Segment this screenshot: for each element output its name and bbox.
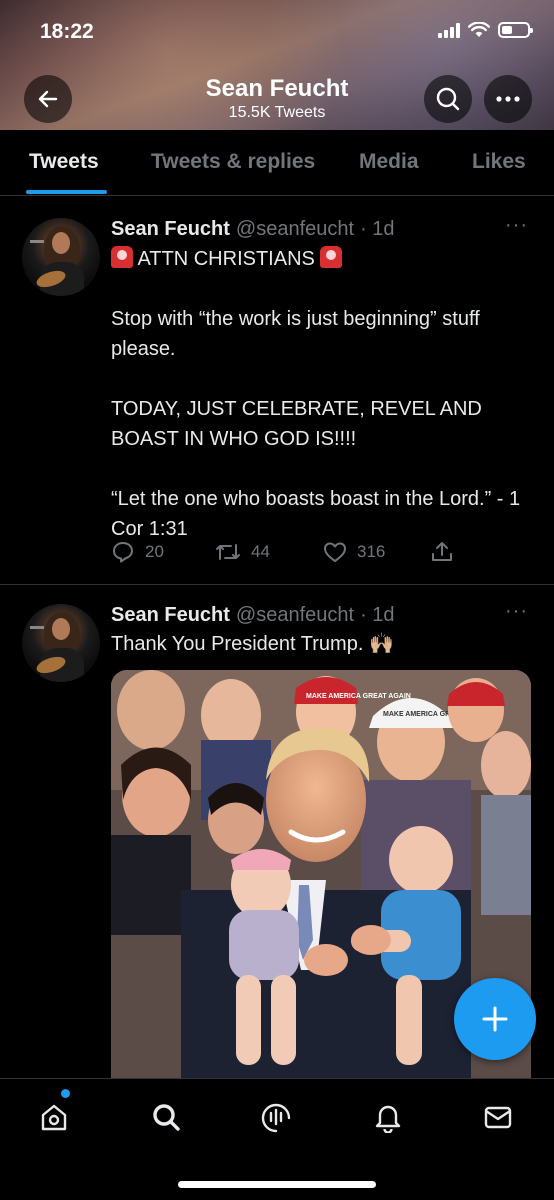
status-time: 18:22 bbox=[40, 20, 94, 43]
tweet-header: Sean Feucht @seanfeucht · 1d bbox=[111, 604, 395, 627]
tweet-count: 15.5K Tweets bbox=[228, 104, 326, 121]
author-handle[interactable]: @seanfeucht bbox=[236, 604, 354, 627]
raised-hands-emoji-icon: 🙌🏼 bbox=[368, 633, 394, 655]
hat-text: MAKE AMERICA GREAT AGAIN bbox=[306, 693, 411, 700]
reply-icon bbox=[113, 542, 133, 563]
bottom-tab-bar bbox=[0, 1078, 554, 1200]
like-count: 316 bbox=[357, 542, 386, 561]
nav-notifications[interactable] bbox=[370, 1099, 406, 1135]
tweet-line: “Let the one who boasts boast in the Lor… bbox=[111, 488, 521, 540]
tweet-line-text: ATTN CHRISTIANS bbox=[137, 248, 315, 270]
author-handle[interactable]: @seanfeucht bbox=[236, 218, 354, 241]
nav-home[interactable] bbox=[36, 1099, 72, 1135]
retweet-button[interactable]: 44 bbox=[215, 541, 323, 563]
share-icon bbox=[432, 542, 452, 561]
siren-emoji-icon bbox=[320, 246, 343, 268]
profile-banner-header: 18:22 Sean Feucht 15.5K Tweets bbox=[0, 0, 554, 130]
avatar[interactable] bbox=[22, 604, 100, 682]
nav-spaces[interactable] bbox=[258, 1099, 294, 1135]
tab-tweets[interactable]: Tweets bbox=[29, 150, 99, 174]
tweet-text: Thank You President Trump. 🙌🏼 bbox=[111, 629, 531, 659]
home-indicator bbox=[178, 1181, 376, 1188]
tweet-more-icon[interactable]: ··· bbox=[505, 214, 528, 237]
plus-icon bbox=[482, 1006, 508, 1032]
search-button[interactable] bbox=[424, 75, 472, 123]
reply-button[interactable]: 20 bbox=[111, 540, 215, 564]
more-icon bbox=[496, 96, 520, 102]
messages-icon bbox=[484, 1106, 512, 1129]
author-name[interactable]: Sean Feucht bbox=[111, 218, 230, 241]
signal-icon bbox=[438, 22, 460, 38]
spaces-icon bbox=[261, 1103, 291, 1133]
share-button[interactable] bbox=[430, 540, 454, 564]
search-icon bbox=[153, 1104, 180, 1131]
status-icons bbox=[438, 22, 533, 38]
nav-search[interactable] bbox=[148, 1099, 184, 1135]
tab-likes[interactable]: Likes bbox=[472, 150, 526, 174]
author-name[interactable]: Sean Feucht bbox=[111, 604, 230, 627]
like-button[interactable]: 316 bbox=[323, 541, 430, 563]
avatar[interactable] bbox=[22, 218, 100, 296]
more-button[interactable] bbox=[484, 75, 532, 123]
retweet-count: 44 bbox=[251, 542, 270, 561]
compose-tweet-button[interactable] bbox=[454, 978, 536, 1060]
nav-messages[interactable] bbox=[480, 1099, 516, 1135]
reply-count: 20 bbox=[145, 542, 164, 561]
tweet-line-text: Thank You President Trump. bbox=[111, 633, 364, 655]
tab-tweets-and-replies[interactable]: Tweets & replies bbox=[151, 150, 315, 174]
battery-icon bbox=[498, 22, 533, 38]
retweet-icon bbox=[216, 544, 240, 560]
tab-media[interactable]: Media bbox=[359, 150, 419, 174]
tweet-time: · 1d bbox=[360, 604, 395, 626]
tweet-actions: 20 44 316 bbox=[111, 540, 454, 564]
heart-icon bbox=[324, 542, 346, 562]
tweet-line: Stop with “the work is just beginning” s… bbox=[111, 308, 480, 360]
tweet-time: · 1d bbox=[360, 218, 395, 240]
notification-dot bbox=[61, 1089, 70, 1098]
tweet-line: TODAY, JUST CELEBRATE, REVEL AND BOAST I… bbox=[111, 398, 482, 450]
tweet-more-icon[interactable]: ··· bbox=[505, 600, 528, 623]
tweet-header: Sean Feucht @seanfeucht · 1d bbox=[111, 218, 395, 241]
profile-tabs: Tweets Tweets & replies Media Likes bbox=[0, 130, 554, 196]
tweet-text: ATTN CHRISTIANS Stop with “the work is j… bbox=[111, 244, 531, 544]
home-icon bbox=[41, 1104, 67, 1131]
notifications-icon bbox=[375, 1105, 401, 1133]
wifi-icon bbox=[468, 22, 490, 37]
active-tab-indicator bbox=[26, 190, 107, 194]
tweet-line: ATTN CHRISTIANS bbox=[111, 244, 531, 274]
tweet[interactable]: Sean Feucht @seanfeucht · 1d ··· ATTN CH… bbox=[0, 200, 554, 585]
siren-emoji-icon bbox=[111, 246, 133, 268]
search-icon bbox=[436, 87, 460, 111]
